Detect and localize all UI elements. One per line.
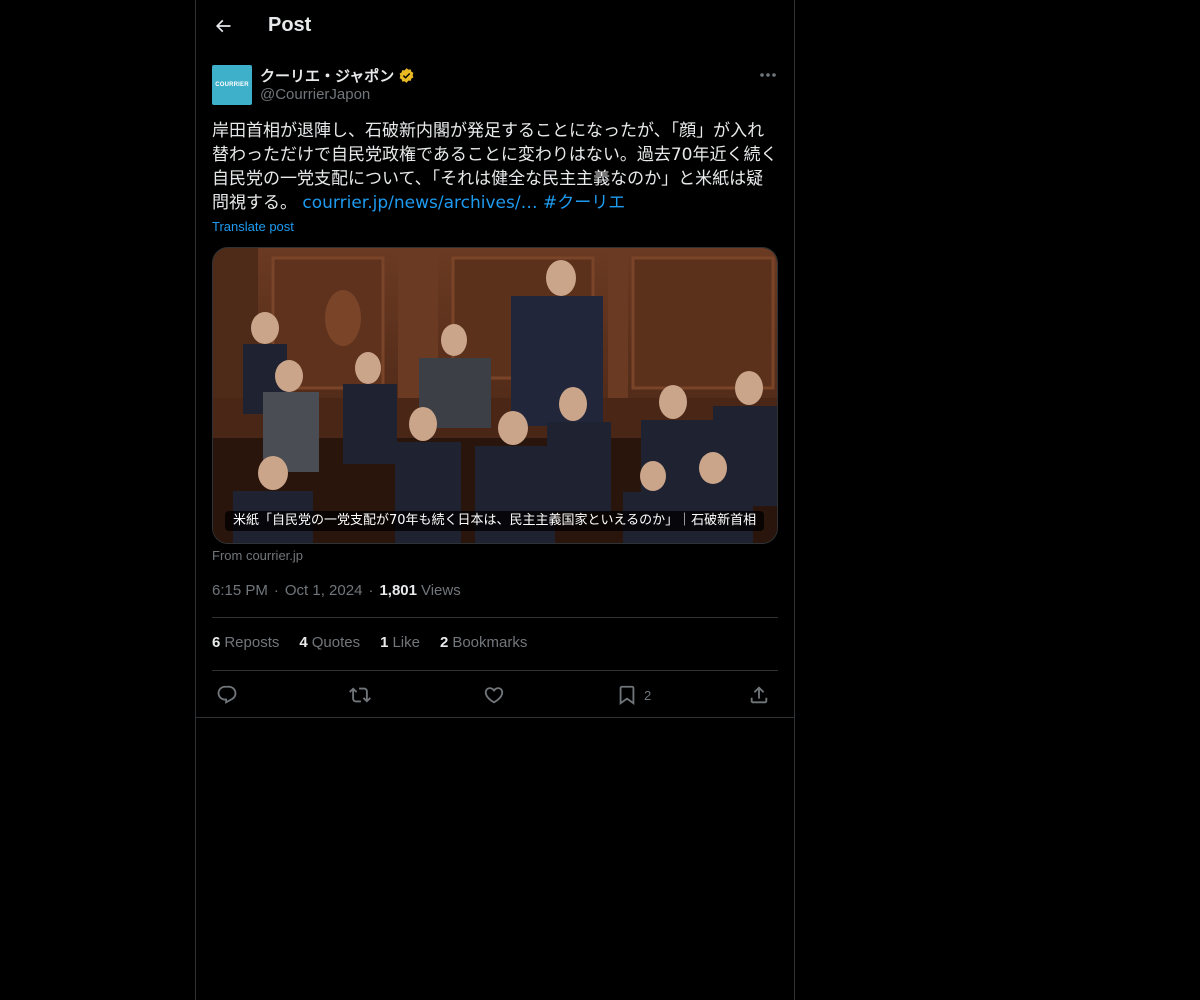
- bookmarks-stat[interactable]: 2 Bookmarks: [440, 634, 527, 651]
- avatar[interactable]: COURRIER: [212, 65, 252, 105]
- share-icon: [750, 686, 768, 704]
- translate-post-link[interactable]: Translate post: [212, 219, 294, 234]
- divider: [212, 617, 778, 618]
- post-date[interactable]: Oct 1, 2024: [285, 582, 363, 599]
- media-source[interactable]: From courrier.jp: [212, 548, 303, 563]
- views-label: Views: [420, 582, 461, 599]
- post-column: Post COURRIER クーリエ・ジャポン @CourrierJapon 岸…: [195, 0, 795, 1000]
- reposts-stat[interactable]: 6 Reposts: [212, 634, 279, 651]
- likes-count: 1: [380, 634, 389, 651]
- media-caption: 米紙「自民党の一党支配が70年も続く日本は、民主主義国家といえるのか」｜石破新首…: [225, 511, 765, 531]
- divider: [196, 717, 794, 718]
- reply-icon: [217, 685, 237, 704]
- post-meta: 6:15 PM · Oct 1, 2024 · 1,801 Views: [212, 582, 461, 599]
- page-title: Post: [268, 14, 312, 36]
- arrow-left-icon: [215, 19, 231, 33]
- post-text: 岸田首相が退陣し、石破新内閣が発足することになったが、「顔」が入れ替わっただけで…: [212, 119, 780, 215]
- views-count: 1,801: [379, 582, 417, 599]
- article-photo: [213, 248, 777, 543]
- quotes-label: Quotes: [311, 634, 361, 651]
- article-link[interactable]: courrier.jp/news/archives/…: [302, 193, 537, 213]
- bookmark-count: 2: [644, 687, 652, 703]
- engagement-stats: 6 Reposts 4 Quotes 1 Like 2 Bookmarks: [212, 634, 547, 651]
- more-options-button[interactable]: [751, 62, 785, 88]
- divider: [212, 670, 778, 671]
- author-display-name[interactable]: クーリエ・ジャポン: [260, 65, 394, 86]
- back-button[interactable]: [206, 9, 240, 43]
- reposts-count: 6: [212, 634, 221, 651]
- avatar-logo-text: COURRIER: [215, 82, 249, 88]
- more-horizontal-icon: [760, 73, 776, 77]
- meta-separator: ·: [273, 582, 279, 599]
- quotes-stat[interactable]: 4 Quotes: [299, 634, 360, 651]
- author-block: クーリエ・ジャポン @CourrierJapon: [260, 64, 415, 103]
- meta-separator: ·: [368, 582, 374, 599]
- quotes-count: 4: [299, 634, 308, 651]
- bookmarks-label: Bookmarks: [452, 634, 528, 651]
- author-handle[interactable]: @CourrierJapon: [260, 86, 415, 103]
- verified-badge-icon[interactable]: [398, 67, 415, 84]
- media-card[interactable]: 米紙「自民党の一党支配が70年も続く日本は、民主主義国家といえるのか」｜石破新首…: [212, 247, 778, 544]
- reposts-label: Reposts: [224, 634, 280, 651]
- post-time[interactable]: 6:15 PM: [212, 582, 268, 599]
- likes-stat[interactable]: 1 Like: [380, 634, 420, 651]
- bookmark-button[interactable]: 2: [616, 682, 651, 708]
- repost-icon: [349, 687, 371, 703]
- reply-button[interactable]: [216, 682, 238, 708]
- hashtag-link[interactable]: #クーリエ: [543, 193, 625, 213]
- heart-icon: [484, 687, 504, 704]
- share-button[interactable]: [748, 682, 770, 708]
- bookmark-icon: [619, 685, 635, 706]
- repost-button[interactable]: [349, 682, 371, 708]
- like-button[interactable]: [483, 682, 505, 708]
- action-bar: 2: [212, 682, 778, 708]
- likes-label: Like: [392, 634, 420, 651]
- top-bar: Post: [196, 0, 794, 54]
- bookmarks-count: 2: [439, 634, 449, 651]
